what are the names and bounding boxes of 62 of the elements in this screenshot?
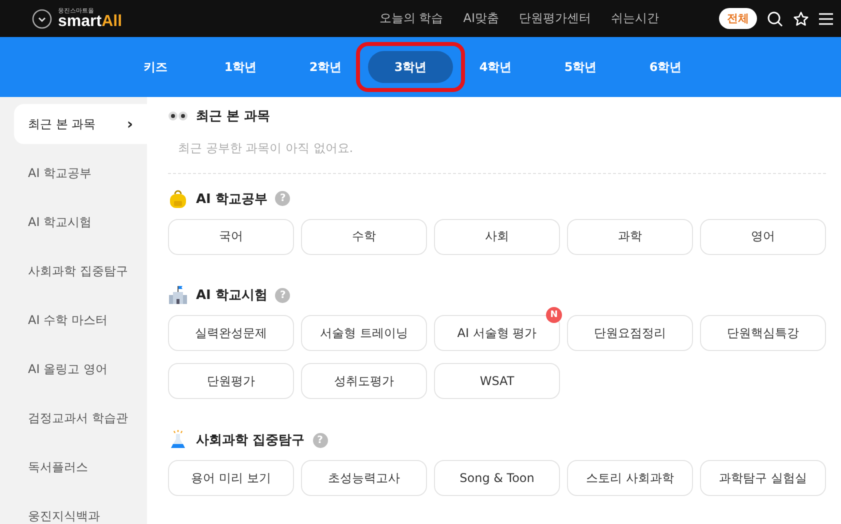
empty-message: 최근 공부한 과목이 아직 없어요.	[177, 140, 354, 157]
sidebar-label: AI 학교공부	[28, 164, 92, 182]
sidebar-item[interactable]: AI 학교공부	[14, 153, 147, 193]
subject-button[interactable]: 단원평가	[168, 363, 294, 400]
grade-tab[interactable]: 4학년	[453, 51, 538, 83]
grade-tab[interactable]: 2학년	[283, 51, 368, 83]
subject-button[interactable]: 영어	[700, 218, 826, 254]
sidebar-item[interactable]: AI 학교시험	[14, 202, 147, 242]
top-menu-link[interactable]: 오늘의 학습	[379, 10, 444, 27]
chevron-right-icon: ›	[126, 115, 133, 133]
sidebar-label: 검정교과서 학습관	[28, 410, 128, 426]
subject-button[interactable]: 성취도평가	[301, 363, 427, 400]
subject-button[interactable]: WSAT	[434, 363, 560, 400]
section-title: AI 학교시험	[196, 287, 268, 304]
flask-icon	[168, 430, 188, 450]
sidebar-item[interactable]: 사회과학 집중탐구	[14, 251, 147, 291]
sidebar-label: AI 올링고 영어	[28, 360, 108, 378]
section-title: AI 학교공부	[196, 190, 268, 208]
sidebar-label: 독서플러스	[28, 458, 88, 476]
subject-button[interactable]: 수학	[301, 218, 427, 254]
top-menu-link[interactable]: 단원평가센터	[519, 10, 591, 27]
subject-button[interactable]: 서술형 트레이닝	[301, 315, 427, 352]
eyes-icon	[168, 110, 188, 121]
sidebar-item[interactable]: 검정교과서 학습관	[14, 398, 147, 438]
menu-icon[interactable]	[819, 12, 833, 24]
grade-tab[interactable]: 1학년	[198, 51, 283, 83]
sidebar-item[interactable]: 웅진지식백과	[14, 496, 147, 524]
subject-button[interactable]: 국어	[168, 218, 294, 254]
new-badge: N	[546, 307, 562, 324]
subject-button[interactable]: 용어 미리 보기	[168, 460, 294, 496]
subject-button[interactable]: 스토리 사회과학	[567, 460, 693, 496]
subject-button[interactable]: 과학탐구 실험실	[700, 460, 826, 496]
sidebar-label: 최근 본 과목	[28, 116, 96, 132]
grade-tab[interactable]: 5학년	[538, 51, 623, 83]
top-menu-link[interactable]: 쉬는시간	[611, 10, 659, 27]
sidebar-label: 웅진지식백과	[28, 508, 100, 524]
subject-button[interactable]: Song & Toon	[434, 460, 560, 496]
sidebar-item[interactable]: AI 수학 마스터	[14, 300, 147, 340]
search-icon[interactable]	[767, 10, 783, 26]
sidebar-label: 사회과학 집중탐구	[28, 262, 128, 280]
school-icon	[168, 285, 188, 306]
backpack-icon	[168, 190, 188, 208]
subject-button[interactable]: 초성능력고사	[301, 460, 427, 496]
chevron-down-icon[interactable]	[32, 8, 52, 28]
sidebar-item[interactable]: AI 올링고 영어	[14, 349, 147, 389]
subject-button[interactable]: 단원요점정리	[567, 315, 693, 352]
section-title: 사회과학 집중탐구	[196, 432, 305, 450]
grade-tab[interactable]: 키즈	[113, 51, 198, 83]
section-title: 최근 본 과목	[196, 108, 270, 125]
star-icon[interactable]	[793, 10, 809, 26]
subject-button[interactable]: 사회	[434, 218, 560, 254]
sidebar-label: AI 수학 마스터	[28, 312, 108, 328]
logo[interactable]: smartAll	[58, 14, 122, 30]
grade-tab[interactable]: 3학년	[368, 51, 453, 83]
sidebar-label: AI 학교시험	[28, 214, 92, 230]
subject-button[interactable]: 실력완성문제	[168, 315, 294, 352]
subject-button[interactable]: 과학	[567, 218, 693, 254]
top-menu-link[interactable]: AI맞춤	[463, 10, 499, 27]
sidebar-item[interactable]: 최근 본 과목 ›	[14, 104, 147, 144]
subject-button[interactable]: 단원핵심특강	[700, 315, 826, 352]
sidebar-item[interactable]: 독서플러스	[14, 447, 147, 487]
grade-tab[interactable]: 6학년	[623, 51, 708, 83]
